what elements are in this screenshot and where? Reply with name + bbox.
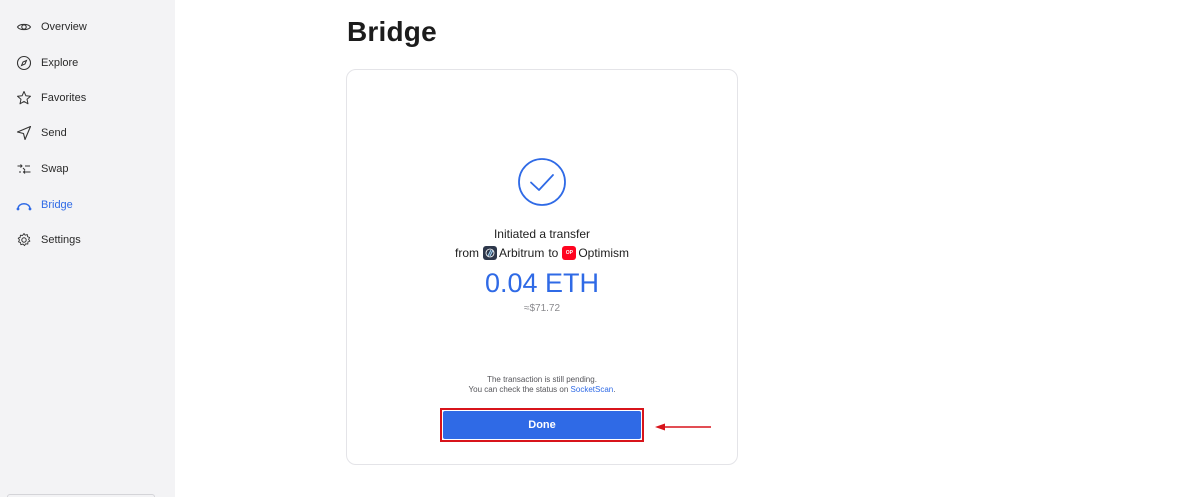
check-circle-icon xyxy=(518,158,566,206)
sidebar-item-label: Explore xyxy=(41,57,79,69)
sidebar-item-label: Settings xyxy=(41,234,81,246)
optimism-badge: OP xyxy=(565,250,573,256)
sidebar-item-label: Send xyxy=(41,127,67,139)
bridge-status-card: Initiated a transfer from Arbitrum to OP… xyxy=(346,69,738,465)
swap-icon xyxy=(16,161,32,177)
page-title: Bridge xyxy=(347,16,437,47)
pending-line-2: You can check the status on SocketScan. xyxy=(347,385,737,395)
sidebar-item-label: Bridge xyxy=(41,199,73,211)
sidebar-item-label: Swap xyxy=(41,163,69,175)
usd-value: ≈$71.72 xyxy=(523,303,561,314)
from-chain: Arbitrum xyxy=(498,246,545,260)
sidebar-item-favorites[interactable]: Favorites xyxy=(16,87,86,109)
sidebar: Overview Explore Favorites Send Swap Bri… xyxy=(0,0,175,497)
optimism-logo-icon: OP xyxy=(562,246,577,260)
gear-icon xyxy=(16,232,32,248)
sidebar-item-overview[interactable]: Overview xyxy=(16,16,87,38)
arbitrum-logo-icon xyxy=(482,246,497,260)
to-chain: Optimism xyxy=(578,246,630,260)
send-icon xyxy=(16,125,32,141)
eye-icon xyxy=(16,19,32,35)
sidebar-item-send[interactable]: Send xyxy=(16,122,67,144)
transfer-route: from Arbitrum to OP Optimism xyxy=(347,246,737,260)
bridge-icon xyxy=(16,197,32,213)
sidebar-item-label: Favorites xyxy=(41,92,87,104)
sidebar-item-settings[interactable]: Settings xyxy=(16,229,81,251)
sidebar-item-label: Overview xyxy=(41,21,87,33)
done-button[interactable]: Done xyxy=(443,411,641,439)
sidebar-item-bridge[interactable]: Bridge xyxy=(16,194,73,216)
from-word: from xyxy=(454,246,479,260)
sidebar-item-explore[interactable]: Explore xyxy=(16,52,78,74)
compass-icon xyxy=(16,55,32,71)
sidebar-item-swap[interactable]: Swap xyxy=(16,158,69,180)
status-text: Initiated a transfer xyxy=(493,227,591,241)
pending-line-1: The transaction is still pending. xyxy=(487,375,597,384)
pending-line-2-text: You can check the status on xyxy=(468,385,569,394)
pending-suffix: . xyxy=(613,385,616,394)
to-word: to xyxy=(548,246,559,260)
transfer-amount: 0.04 ETH xyxy=(484,268,600,298)
star-icon xyxy=(16,90,32,106)
socketscan-link[interactable]: SocketScan xyxy=(571,385,614,394)
pending-notice: The transaction is still pending. You ca… xyxy=(347,375,737,395)
annotation-arrow-icon xyxy=(655,423,711,431)
